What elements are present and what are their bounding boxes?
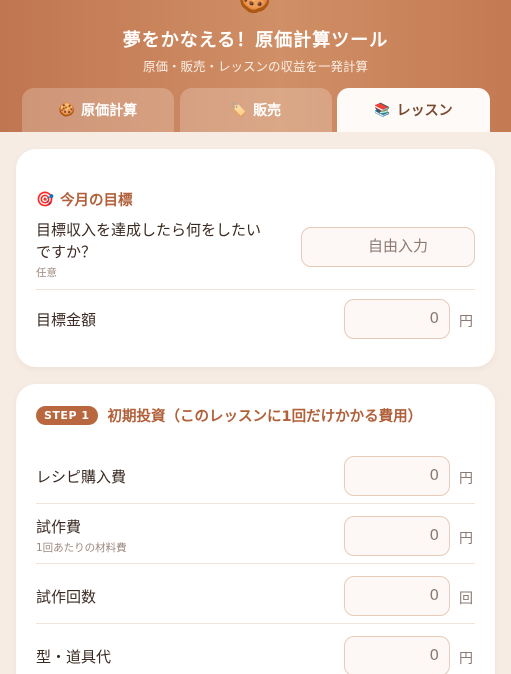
tab-cost-calculation[interactable]: 🍪 原価計算 [22, 88, 174, 132]
tab-label: 販売 [253, 103, 282, 119]
row-label: 型・道具代 [36, 648, 112, 666]
tab-label: 原価計算 [81, 103, 138, 119]
main-content: 🎯 今月の目標 目標収入を達成したら何をしたい ですか？ 任意 自由入力 目標金… [0, 132, 511, 674]
dream-row: 目標収入を達成したら何をしたい ですか？ 任意 自由入力 [36, 217, 475, 287]
app-title: 夢をかなえる！原価計算ツール [122, 30, 389, 51]
goal-title-text: 今月の目標 [60, 193, 133, 209]
unit-label: 回 [459, 591, 473, 607]
tab-lesson[interactable]: 📚 レッスン [337, 88, 490, 132]
unit-label: 円 [459, 651, 473, 667]
books-icon: 📚 [374, 102, 391, 118]
trial-count-row: 試作回数 0 回 [36, 570, 475, 624]
goal-card-title: 🎯 今月の目標 [36, 189, 133, 210]
unit-label: 円 [459, 471, 473, 487]
tool-cost-input[interactable]: 0 [344, 636, 450, 674]
tag-icon: 🏷️ [230, 102, 248, 118]
app-header: 🍪 夢をかなえる！原価計算ツール 原価・販売・レッスンの収益を一発計算 🍪 原価… [0, 0, 511, 132]
divider [36, 563, 475, 564]
goal-amount-label: 目標金額 [36, 311, 97, 329]
row-sub-label: 1回あたりの材料費 [36, 542, 127, 554]
target-icon: 🎯 [36, 192, 55, 208]
step1-card: STEP 1 初期投資（このレッスンに1回だけかかる費用） レシピ購入費 0 円… [16, 384, 495, 674]
recipe-cost-input[interactable]: 0 [344, 456, 450, 496]
cookie-icon: 🍪 [58, 102, 76, 118]
divider [36, 289, 475, 290]
app-subtitle: 原価・販売・レッスンの収益を一発計算 [142, 59, 368, 74]
goal-amount-input[interactable]: 0 [344, 299, 450, 339]
goal-card: 🎯 今月の目標 目標収入を達成したら何をしたい ですか？ 任意 自由入力 目標金… [16, 149, 495, 367]
divider [36, 623, 475, 624]
dream-input[interactable]: 自由入力 [301, 227, 475, 267]
tool-cost-row: 型・道具代 0 円 [36, 630, 475, 674]
trial-count-input[interactable]: 0 [344, 576, 450, 616]
trial-cost-input[interactable]: 0 [344, 516, 450, 556]
step1-title: STEP 1 初期投資（このレッスンに1回だけかかる費用） [36, 405, 422, 426]
trial-cost-row: 試作費 1回あたりの材料費 0 円 [36, 510, 475, 564]
row-label: 試作回数 [36, 588, 97, 606]
row-label: 試作費 [36, 518, 82, 536]
optional-note: 任意 [36, 267, 57, 279]
tab-label: レッスン [396, 103, 453, 119]
recipe-cost-row: レシピ購入費 0 円 [36, 450, 475, 504]
unit-label: 円 [459, 314, 473, 330]
tab-sales[interactable]: 🏷️ 販売 [180, 88, 332, 132]
step-badge: STEP 1 [36, 406, 98, 425]
divider [36, 503, 475, 504]
step1-title-text: 初期投資（このレッスンに1回だけかかる費用） [107, 409, 423, 425]
goal-amount-row: 目標金額 0 円 [36, 297, 475, 357]
row-label: レシピ購入費 [36, 468, 127, 486]
dream-label: 目標収入を達成したら何をしたい ですか？ [36, 221, 262, 261]
unit-label: 円 [459, 531, 473, 547]
cookie-icon: 🍪 [238, 0, 272, 15]
